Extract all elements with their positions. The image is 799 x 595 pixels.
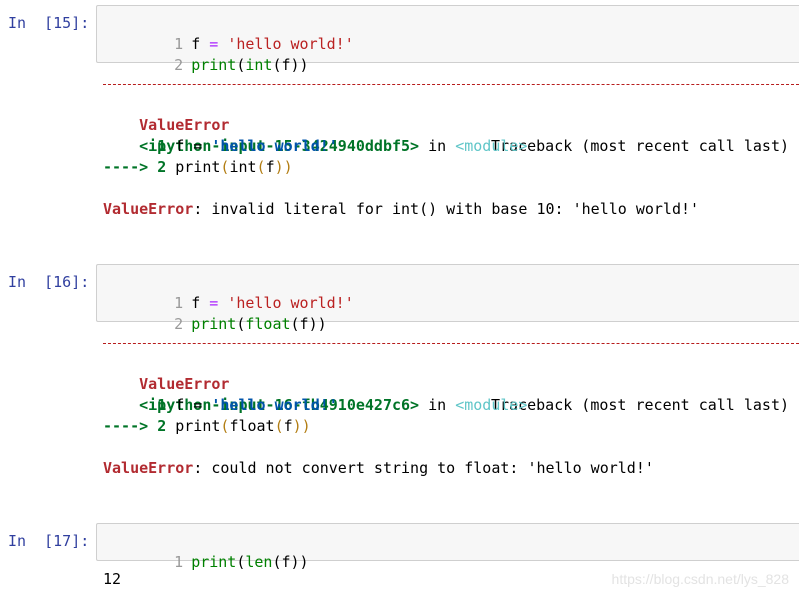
code-token: print xyxy=(191,553,237,571)
frame-line-number: 1 xyxy=(157,396,167,414)
module-name: <module> xyxy=(455,137,528,155)
traceback-arrow: ----> xyxy=(103,158,149,176)
frame-code-string: 'hello world!' xyxy=(211,137,338,155)
code-editor[interactable]: 1f = 'hello world!' 2 print(float(f)) xyxy=(96,264,799,333)
frame-line-number: 2 xyxy=(157,417,167,435)
traceback-frame-line-2: ----> 2 print(float(f)) xyxy=(103,416,311,437)
code-token: float xyxy=(245,315,291,333)
frame-code-paren: )) xyxy=(274,158,293,176)
code-token: print xyxy=(191,315,237,333)
frame-code-arg: f xyxy=(265,158,275,176)
code-token: len xyxy=(245,553,273,571)
error-message: ValueError: could not convert string to … xyxy=(103,458,654,479)
error-message: ValueError: invalid literal for int() wi… xyxy=(103,199,699,220)
watermark: https://blog.csdn.net/lys_828 xyxy=(611,571,789,587)
traceback-title: Traceback (most recent call last) xyxy=(490,137,789,155)
frame-code-paren: )) xyxy=(292,417,311,435)
code-line[interactable]: 1f = 'hello world!' xyxy=(97,272,354,312)
frame-code-paren: ( xyxy=(274,417,284,435)
error-label: ValueError xyxy=(103,459,194,477)
module-name: <module> xyxy=(455,396,528,414)
traceback-frame-line-2: ----> 2 print(int(f)) xyxy=(103,157,293,178)
error-label: ValueError xyxy=(103,200,194,218)
code-token: (f)) xyxy=(290,315,327,333)
traceback-arrow: ----> xyxy=(103,417,149,435)
input-prompt: In [16]: xyxy=(8,273,90,291)
line-number: 2 xyxy=(174,315,184,333)
frame-code-call: int xyxy=(229,158,257,176)
code-token: (f)) xyxy=(272,553,309,571)
frame-line-number: 1 xyxy=(157,137,167,155)
traceback-frame-line-1: 1 f = 'hello world!' xyxy=(103,136,338,157)
line-number: 2 xyxy=(174,56,184,74)
code-line[interactable]: 1f = 'hello world!' xyxy=(97,13,354,53)
frame-code-call: print xyxy=(175,417,221,435)
frame-code-arg: f xyxy=(283,417,293,435)
frame-code-string: 'hello world!' xyxy=(211,396,338,414)
code-line[interactable]: 1 print(len(f)) xyxy=(97,531,308,571)
error-text: : invalid literal for int() with base 10… xyxy=(193,200,700,218)
traceback-separator xyxy=(103,84,799,85)
frame-code-var: f = xyxy=(175,137,212,155)
line-number: 1 xyxy=(174,553,184,571)
code-line[interactable]: 2 print(int(f)) xyxy=(97,34,308,74)
frame-code-var: f = xyxy=(175,396,212,414)
error-text: : could not convert string to float: 'he… xyxy=(193,459,654,477)
in-keyword: in xyxy=(428,396,447,414)
traceback-separator xyxy=(103,343,799,344)
traceback-frame-line-1: 1 f = 'hello world!' xyxy=(103,395,338,416)
frame-code-call: print xyxy=(175,158,221,176)
code-editor[interactable]: 1 print(len(f)) xyxy=(96,523,799,571)
frame-code-paren: ( xyxy=(256,158,266,176)
frame-line-number: 2 xyxy=(157,158,167,176)
code-line[interactable]: 2 print(float(f)) xyxy=(97,293,327,333)
input-prompt: In [17]: xyxy=(8,532,90,550)
in-keyword: in xyxy=(428,137,447,155)
input-prompt: In [15]: xyxy=(8,14,90,32)
code-token: (f)) xyxy=(272,56,309,74)
code-editor[interactable]: 1f = 'hello world!' 2 print(int(f)) xyxy=(96,5,799,74)
cell-output: 12 xyxy=(103,570,122,588)
frame-code-call: float xyxy=(229,417,275,435)
code-token: print xyxy=(191,56,237,74)
traceback-title: Traceback (most recent call last) xyxy=(490,396,789,414)
code-token: int xyxy=(245,56,273,74)
